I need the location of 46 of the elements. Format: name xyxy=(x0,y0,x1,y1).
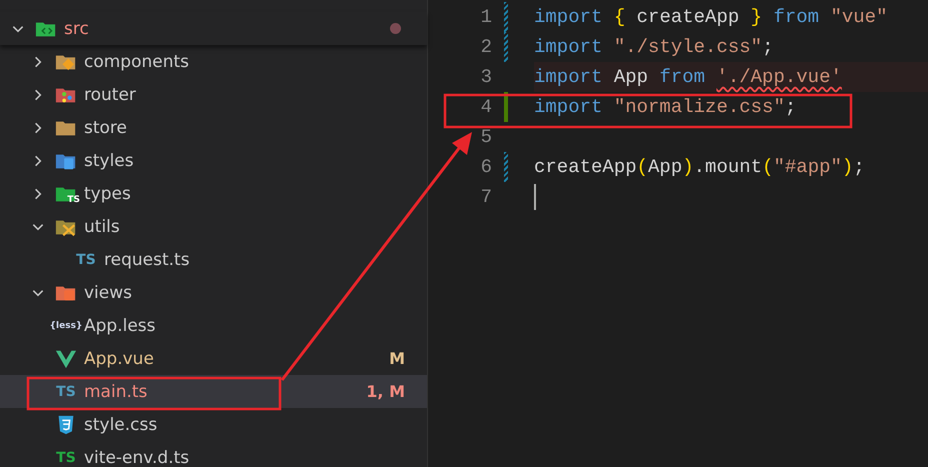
line-number: 4 xyxy=(480,96,492,118)
tree-item[interactable]: TS request.ts xyxy=(0,243,427,276)
file-name: vite-env.d.ts xyxy=(84,448,190,467)
file-name: request.ts xyxy=(104,250,190,270)
line-number: 3 xyxy=(480,66,492,88)
tree-item[interactable]: store xyxy=(0,111,427,144)
code-line: createApp(App).mount("#app"); xyxy=(534,156,865,178)
line-number: 2 xyxy=(480,36,492,58)
file-name: views xyxy=(84,282,132,302)
code-line: import App from './App.vue' xyxy=(534,66,842,88)
file-type-label: TS xyxy=(56,384,76,400)
file-name: style.css xyxy=(84,414,158,434)
tree-item[interactable]: App.vue M xyxy=(0,342,427,375)
tree-item[interactable]: TS types xyxy=(0,177,427,210)
file-name: styles xyxy=(84,150,134,170)
code-line: import "./style.css"; xyxy=(534,36,774,58)
tree-item[interactable]: src xyxy=(0,12,427,45)
file-name: utils xyxy=(84,216,120,236)
file-name: types xyxy=(84,184,131,204)
tree-item[interactable]: views xyxy=(0,276,427,309)
git-status: 1, M xyxy=(366,382,405,401)
file-name: App.less xyxy=(84,316,156,336)
tree-item[interactable]: style.css xyxy=(0,408,427,441)
file-type-label: TS xyxy=(76,252,96,268)
tree-item[interactable]: components xyxy=(0,45,427,78)
file-name: router xyxy=(84,84,136,104)
code-line: import "normalize.css"; xyxy=(534,96,796,118)
line-number: 1 xyxy=(480,6,492,28)
code-line: import { createApp } from "vue" xyxy=(534,6,888,28)
line-number: 5 xyxy=(480,126,492,148)
file-type-label: {less} xyxy=(50,320,82,330)
file-name: src xyxy=(64,18,89,38)
tree-item[interactable]: utils xyxy=(0,210,427,243)
tree-item[interactable]: TS main.ts 1, M xyxy=(0,375,427,408)
file-name: App.vue xyxy=(84,348,154,368)
file-type-label: TS xyxy=(56,450,76,466)
file-name: store xyxy=(84,118,127,138)
file-type-label: TS xyxy=(67,194,80,204)
tree-item[interactable]: styles xyxy=(0,144,427,177)
file-name: components xyxy=(84,52,190,72)
line-number: 7 xyxy=(480,186,492,208)
tree-item[interactable]: TS vite-env.d.ts xyxy=(0,441,427,467)
line-number: 6 xyxy=(480,156,492,178)
git-status: M xyxy=(389,349,405,368)
tree-item[interactable]: router xyxy=(0,78,427,111)
file-name: main.ts xyxy=(84,382,148,402)
